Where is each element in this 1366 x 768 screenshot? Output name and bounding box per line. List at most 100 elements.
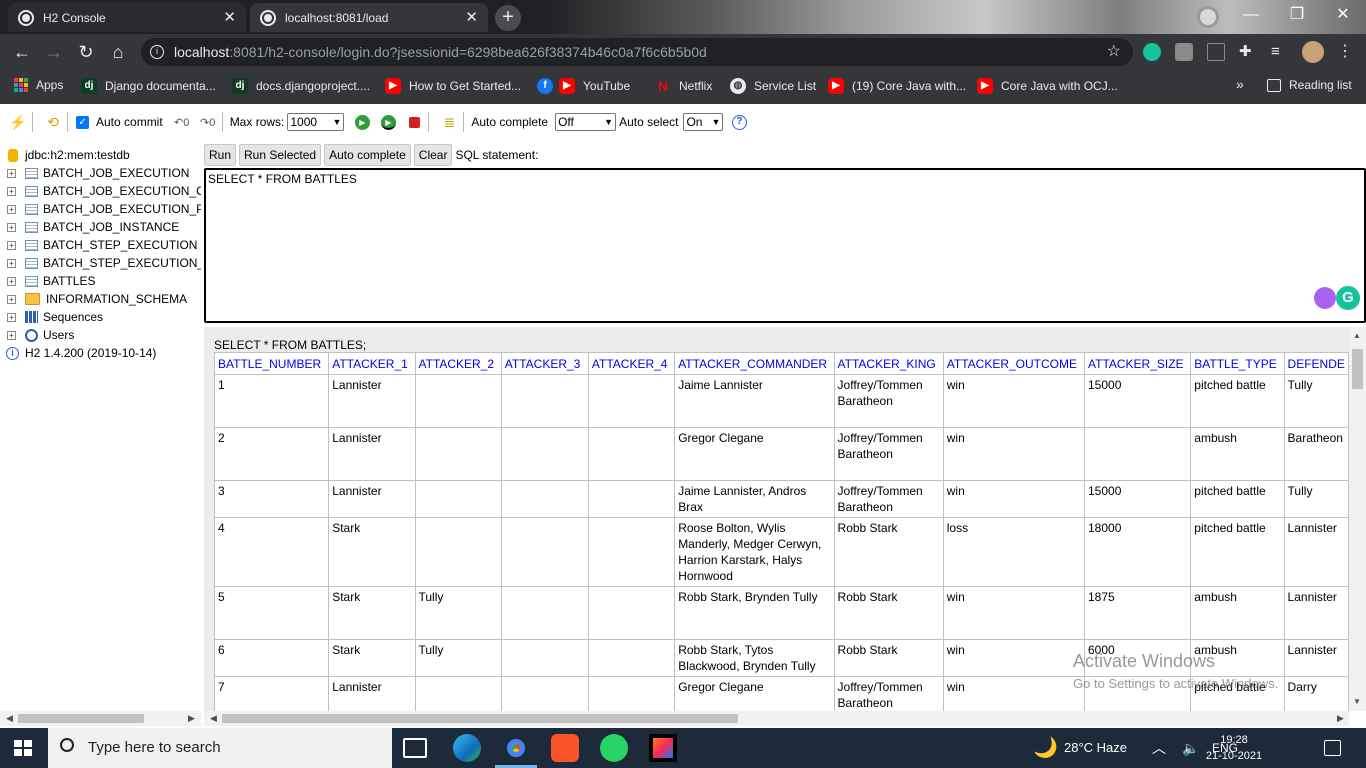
auto-commit-checkbox[interactable]: ✓ (76, 115, 89, 129)
grammarly-assist-icon[interactable] (1314, 287, 1336, 309)
bookmark-how-to-get-started[interactable]: ▶ How to Get Started... (385, 78, 521, 94)
tree-users[interactable]: + Users (0, 326, 74, 344)
tab-h2-console[interactable]: H2 Console ✕ (8, 3, 246, 32)
tree-table[interactable]: + BATCH_STEP_EXECUTION_ (0, 254, 201, 272)
tree-table[interactable]: + BATCH_JOB_EXECUTION_P (0, 200, 201, 218)
forward-icon[interactable]: → (42, 40, 66, 64)
expand-icon[interactable]: + (7, 222, 16, 232)
tab-localhost-load[interactable]: localhost:8081/load ✕ (250, 3, 488, 32)
column-header[interactable]: ATTACKER_KING (833, 352, 944, 375)
expand-icon[interactable]: + (7, 294, 16, 304)
tree-table[interactable]: + BATCH_JOB_EXECUTION (0, 164, 189, 182)
taskbar-search-input[interactable]: Type here to search (48, 728, 392, 768)
tree-table[interactable]: + BATCH_STEP_EXECUTION (0, 236, 197, 254)
bookmark-core-java-ocj[interactable]: ▶ Core Java with OCJ... (977, 78, 1118, 94)
reload-icon[interactable]: ↻ (74, 40, 98, 64)
tree-table[interactable]: + BATCH_JOB_EXECUTION_C (0, 182, 201, 200)
expand-icon[interactable]: + (7, 240, 16, 250)
scroll-left-icon[interactable]: ◀ (6, 711, 13, 726)
windows-start-icon[interactable] (14, 740, 32, 756)
bookmark-youtube[interactable]: f ▶ YouTube (537, 78, 630, 94)
scrollbar-thumb[interactable] (1352, 349, 1363, 389)
intellij-idea-icon[interactable] (649, 734, 677, 762)
bookmark-django-docs[interactable]: dj Django documenta... (81, 78, 216, 94)
tree-sequences[interactable]: + Sequences (0, 308, 103, 326)
home-icon[interactable]: ⌂ (106, 40, 130, 64)
maximize-icon[interactable]: ❐ (1274, 0, 1320, 32)
more-menu-icon[interactable]: ⋮ (1336, 43, 1354, 61)
tree-table[interactable]: + BATCH_JOB_INSTANCE (0, 218, 179, 236)
expand-icon[interactable]: + (7, 204, 16, 214)
bookmark-core-java-19[interactable]: ▶ (19) Core Java with... (828, 78, 966, 94)
run-selected-icon[interactable]: ▶ (378, 112, 398, 132)
bookmark-service-list[interactable]: ◍ Service List (730, 78, 816, 94)
scrollbar-thumb[interactable] (222, 714, 738, 723)
expand-icon[interactable]: + (7, 258, 16, 268)
run-button[interactable]: Run (204, 144, 237, 166)
scroll-left-icon[interactable]: ◀ (210, 711, 217, 726)
expand-icon[interactable]: + (7, 330, 16, 340)
rollback-icon[interactable]: ↶0 (172, 112, 192, 132)
max-rows-select[interactable]: 1000 ▼ (287, 113, 345, 131)
scroll-up-icon[interactable]: ▲ (1353, 331, 1361, 340)
commit-icon[interactable]: ↷0 (198, 112, 218, 132)
bookmark-star-icon[interactable]: ☆ (1107, 38, 1121, 66)
results-horizontal-scrollbar[interactable]: ◀ ▶ (204, 711, 1349, 726)
stop-icon[interactable] (404, 112, 424, 132)
expand-icon[interactable]: + (7, 186, 16, 196)
column-header[interactable]: ATTACKER_3 (500, 352, 589, 375)
column-header[interactable]: ATTACKER_COMMANDER (674, 352, 835, 375)
column-header[interactable]: DEFENDE (1283, 352, 1349, 375)
edge-browser-icon[interactable] (453, 734, 481, 762)
auto-select-select[interactable]: On ▼ (683, 113, 724, 131)
grammarly-icon[interactable]: G (1336, 286, 1360, 310)
profile-menu-icon[interactable] (1197, 6, 1219, 28)
tree-schema[interactable]: + INFORMATION_SCHEMA (0, 290, 187, 308)
column-header[interactable]: ATTACKER_4 (587, 352, 676, 375)
brave-browser-icon[interactable] (551, 734, 579, 762)
mail-extension-icon[interactable] (1207, 43, 1225, 61)
media-control-icon[interactable]: ≡ (1271, 43, 1289, 61)
expand-icon[interactable]: + (7, 168, 16, 178)
chrome-browser-icon[interactable] (502, 734, 530, 762)
weather-icon[interactable]: 🌙 (1033, 728, 1058, 768)
scroll-right-icon[interactable]: ▶ (188, 711, 195, 726)
url-input[interactable]: i localhost:8081/h2-console/login.do?jse… (141, 38, 1133, 66)
scroll-down-icon[interactable]: ▼ (1353, 697, 1361, 706)
history-icon[interactable]: ≣ (439, 112, 459, 132)
close-icon[interactable]: ✕ (223, 8, 236, 26)
notifications-icon[interactable] (1324, 740, 1341, 756)
volume-icon[interactable]: 🔈 (1182, 728, 1199, 768)
refresh-icon[interactable]: ⟲ (43, 112, 63, 132)
weather-label[interactable]: 28°C Haze (1064, 728, 1127, 768)
scroll-right-icon[interactable]: ▶ (1337, 711, 1344, 726)
tray-chevron-up-icon[interactable]: ︿ (1152, 728, 1166, 768)
sql-editor[interactable]: SELECT * FROM BATTLES G (204, 168, 1366, 323)
auto-complete-select[interactable]: Off ▼ (555, 113, 617, 131)
expand-icon[interactable]: + (7, 276, 16, 286)
minimize-icon[interactable]: — (1228, 0, 1274, 32)
auto-complete-button[interactable]: Auto complete (324, 144, 411, 166)
disconnect-icon[interactable]: ⚡ (8, 112, 28, 132)
column-header[interactable]: ATTACKER_1 (328, 352, 416, 375)
help-icon[interactable]: ? (729, 112, 749, 132)
run-icon[interactable]: ▶ (352, 112, 372, 132)
avatar[interactable] (1302, 41, 1324, 63)
tree-horizontal-scrollbar[interactable]: ◀ ▶ (0, 711, 201, 726)
window-close-icon[interactable]: ✕ (1320, 0, 1366, 32)
extension-icon[interactable] (1175, 43, 1193, 61)
expand-icon[interactable]: + (7, 312, 16, 322)
run-selected-button[interactable]: Run Selected (239, 144, 322, 166)
taskbar-clock[interactable]: 19:28 21-10-2021 (1205, 732, 1263, 764)
bookmark-apps[interactable]: Apps (14, 78, 63, 92)
clear-button[interactable]: Clear (413, 144, 453, 166)
task-view-icon[interactable] (403, 738, 427, 758)
back-icon[interactable]: ← (10, 40, 34, 64)
whatsapp-icon[interactable] (600, 734, 628, 762)
column-header[interactable]: ATTACKER_SIZE (1083, 352, 1192, 375)
new-tab-button[interactable]: + (495, 5, 521, 31)
column-header[interactable]: ATTACKER_OUTCOME (942, 352, 1086, 375)
column-header[interactable]: BATTLE_TYPE (1190, 352, 1285, 375)
close-icon[interactable]: ✕ (465, 8, 478, 26)
column-header[interactable]: ATTACKER_2 (414, 352, 502, 375)
